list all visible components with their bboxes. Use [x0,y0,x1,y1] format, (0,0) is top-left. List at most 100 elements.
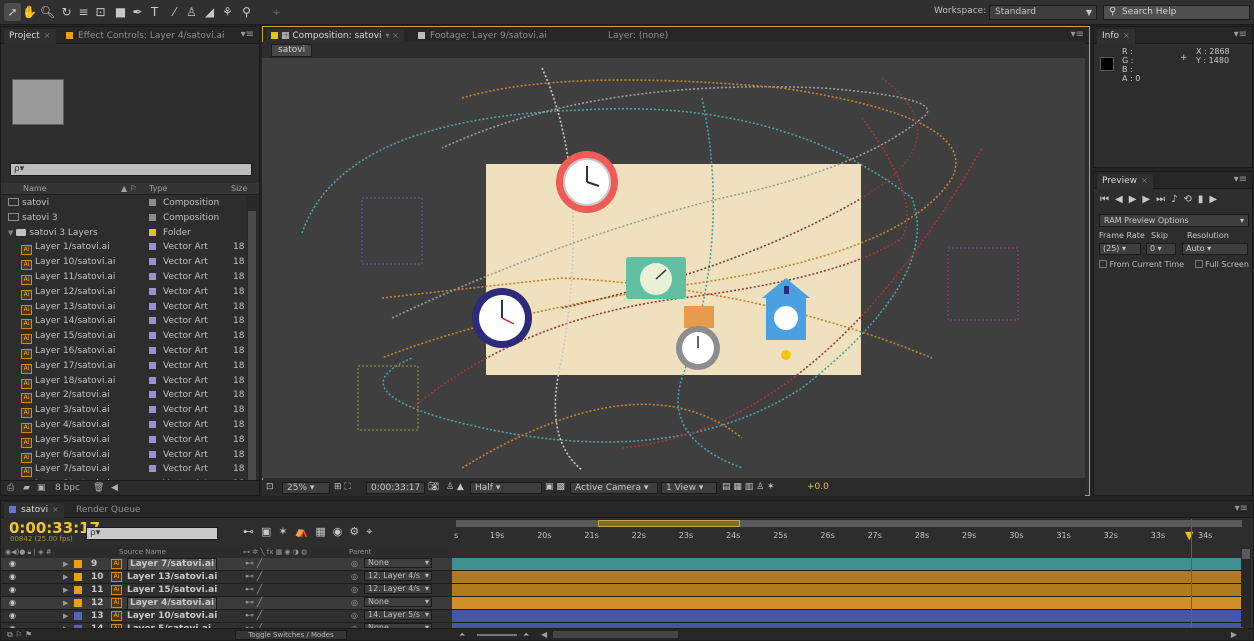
scroll-right-icon[interactable]: ▶ [1231,629,1237,640]
timeline-panel-menu-icon[interactable]: ▾≡ [1235,503,1248,514]
resolution-select[interactable]: Auto ▾ [1182,243,1248,255]
layer-label-color[interactable] [74,573,82,581]
project-scrollbar[interactable] [247,196,257,495]
scroll-left-icon[interactable]: ◀ [111,481,118,495]
pan-behind-tool-icon[interactable]: ⊡ [92,3,109,21]
timeline-hscroll-thumb[interactable] [553,631,678,638]
parent-select[interactable]: None ▾ [364,558,432,568]
layer-label-color[interactable] [74,612,82,620]
full-screen-checkbox[interactable] [1194,260,1203,268]
timeline-layer-row[interactable]: ◉ ▶ 13 Ai Layer 10/satovi.ai ⊷ ╱ ◎ 14. Layer 5/… [1,610,452,623]
loop-icon[interactable]: ⟲ [1184,194,1198,205]
ram-preview-icon[interactable]: ▮▶ [1198,194,1223,205]
visibility-eye-icon[interactable]: ◉ [9,584,16,596]
frame-rate-select[interactable]: (25) ▾ [1099,243,1141,255]
project-item[interactable]: Ai Layer 4/satovi.ai Vector Art 18 [1,418,245,433]
skip-select[interactable]: 0 ▾ [1146,243,1176,255]
parent-select[interactable]: 12. Layer 4/s ▾ [364,571,432,581]
twirl-right-icon[interactable]: ▶ [63,558,68,570]
parent-select[interactable]: 12. Layer 4/s ▾ [364,584,432,594]
close-icon[interactable]: × [1123,31,1130,40]
tab-project[interactable]: Project × [4,29,56,44]
project-item[interactable]: Ai Layer 5/satovi.ai Vector Art 18 [1,433,245,448]
layer-label-color[interactable] [74,586,82,594]
ram-preview-options-select[interactable]: RAM Preview Options ▾ [1099,214,1249,227]
last-frame-icon[interactable]: ⏭ [1156,194,1171,205]
project-item[interactable]: Ai Layer 7/satovi.ai Vector Art 18 [1,462,245,478]
first-frame-icon[interactable]: ⏮ [1100,194,1115,205]
color-channels-icon[interactable]: ♙ ▲ [446,480,464,495]
next-frame-icon[interactable]: ▶ [1142,194,1156,205]
magnification-select[interactable]: 25% ▾ [282,482,330,494]
snapshot-icon[interactable]: 📷︎ [428,480,439,495]
project-item[interactable]: Ai Layer 18/satovi.ai Vector Art 18 [1,374,245,389]
twirl-right-icon[interactable]: ▶ [63,571,68,583]
layer-source-name[interactable]: Layer 4/satovi.ai [127,597,218,610]
composition-viewer[interactable] [262,58,1085,478]
grid-guides-icon[interactable]: ⊞ ⛶ [334,480,351,495]
trash-icon[interactable]: 🗑︎ [93,481,104,495]
camera-tool-icon[interactable]: ≡ [75,3,92,21]
timeline-layer-row[interactable]: ◉ ▶ 10 Ai Layer 13/satovi.ai ⊷ ╱ ◎ 12. Layer 4/… [1,571,452,584]
resolution-select[interactable]: Half ▾ [470,482,542,494]
visibility-eye-icon[interactable]: ◉ [9,597,16,609]
twirl-right-icon[interactable]: ▶ [63,610,68,622]
layer-switches[interactable]: ⊷ ╱ [245,558,262,570]
search-help-input[interactable]: ⚲ Search Help [1103,5,1250,20]
work-area-range[interactable] [598,520,740,527]
eraser-tool-icon[interactable]: ◢ [201,3,218,21]
column-type[interactable]: Type [149,183,167,194]
project-search-input[interactable]: ρ▾ [10,163,252,176]
project-item[interactable]: Ai Layer 11/satovi.ai Vector Art 18 [1,270,245,285]
project-item[interactable]: Ai Layer 15/satovi.ai Vector Art 18 [1,329,245,345]
rotate-tool-icon[interactable]: ↻ [58,3,75,21]
pick-whip-icon[interactable]: ◎ [351,571,358,583]
bit-depth-button[interactable]: 8 bpc [55,481,80,495]
project-item[interactable]: Ai Layer 12/satovi.ai Vector Art 18 [1,285,245,300]
hand-tool-icon[interactable]: ✋ [21,3,38,21]
scroll-left-icon[interactable]: ◀ [541,629,547,640]
comp-chip-satovi[interactable]: satovi [271,44,313,57]
timeline-panel-options-icon[interactable]: ⧉ ⚐ ⚑ [7,629,32,640]
preview-panel-menu-icon[interactable]: ▾≡ [1234,174,1247,185]
zoom-tool-icon[interactable]: 🔍︎ [39,3,56,21]
column-size[interactable]: Size [231,183,247,194]
tab-effect-controls[interactable]: Effect Controls: Layer 4/satovi.ai [61,29,230,44]
region-of-interest-icon[interactable]: ▣ ▩ [545,480,565,495]
layer-source-name[interactable]: Layer 13/satovi.ai [127,571,217,583]
project-item[interactable]: satovi Composition [1,196,245,211]
info-panel-menu-icon[interactable]: ▾≡ [1234,29,1247,40]
timeline-search-input[interactable]: ρ▾ [86,527,218,540]
timeline-layer-row[interactable]: ◉ ▶ 9 Ai Layer 7/satovi.ai ⊷ ╱ ◎ None ▾ [1,558,452,571]
draft-3d-icon[interactable]: ✶ [278,525,294,538]
layer-duration-bar[interactable] [452,584,1243,597]
camera-select[interactable]: Active Camera ▾ [570,482,658,494]
column-source-name[interactable]: Source Name [119,547,166,557]
brush-tool-icon[interactable]: ⁄ [166,3,183,21]
graph-editor-icon[interactable]: ⌖ [366,525,379,538]
timeline-layer-row[interactable]: ◉ ▶ 11 Ai Layer 15/satovi.ai ⊷ ╱ ◎ 12. Layer 4/… [1,584,452,597]
project-item[interactable]: Ai Layer 14/satovi.ai Vector Art 18 [1,314,245,330]
prev-frame-icon[interactable]: ◀ [1115,194,1129,205]
project-item[interactable]: Ai Layer 10/satovi.ai Vector Art 18 [1,255,245,271]
layer-label-color[interactable] [74,560,82,568]
current-time-indicator-icon[interactable]: ▼ [1185,529,1193,542]
visibility-eye-icon[interactable]: ◉ [9,558,16,570]
layer-switches[interactable]: ⊷ ╱ [245,571,262,583]
roto-brush-tool-icon[interactable]: ⚘ [219,3,236,21]
comp-panel-menu-icon[interactable]: ▾≡ [1071,29,1084,40]
timeline-scrollbar-thumb[interactable] [1242,549,1250,559]
project-item[interactable]: Ai Layer 13/satovi.ai Vector Art 18 [1,300,245,315]
close-icon[interactable]: × [44,31,51,40]
playhead-line[interactable] [1191,519,1192,629]
close-icon[interactable]: × [52,505,59,514]
project-item[interactable]: ▼ satovi 3 Layers Folder [1,226,245,241]
timeline-layer-row[interactable]: ◉ ▶ 12 Ai Layer 4/satovi.ai ⊷ ╱ ◎ None ▾ [1,597,452,610]
layer-switches[interactable]: ⊷ ╱ [245,597,262,609]
frame-blending-icon[interactable]: ▦ [315,525,332,538]
new-comp-icon[interactable]: ▣ [37,481,46,495]
work-area-bar[interactable] [456,520,1242,527]
pick-whip-icon[interactable]: ◎ [351,584,358,596]
layer-source-name[interactable]: Layer 15/satovi.ai [127,584,217,596]
project-item[interactable]: Ai Layer 3/satovi.ai Vector Art 18 [1,403,245,419]
